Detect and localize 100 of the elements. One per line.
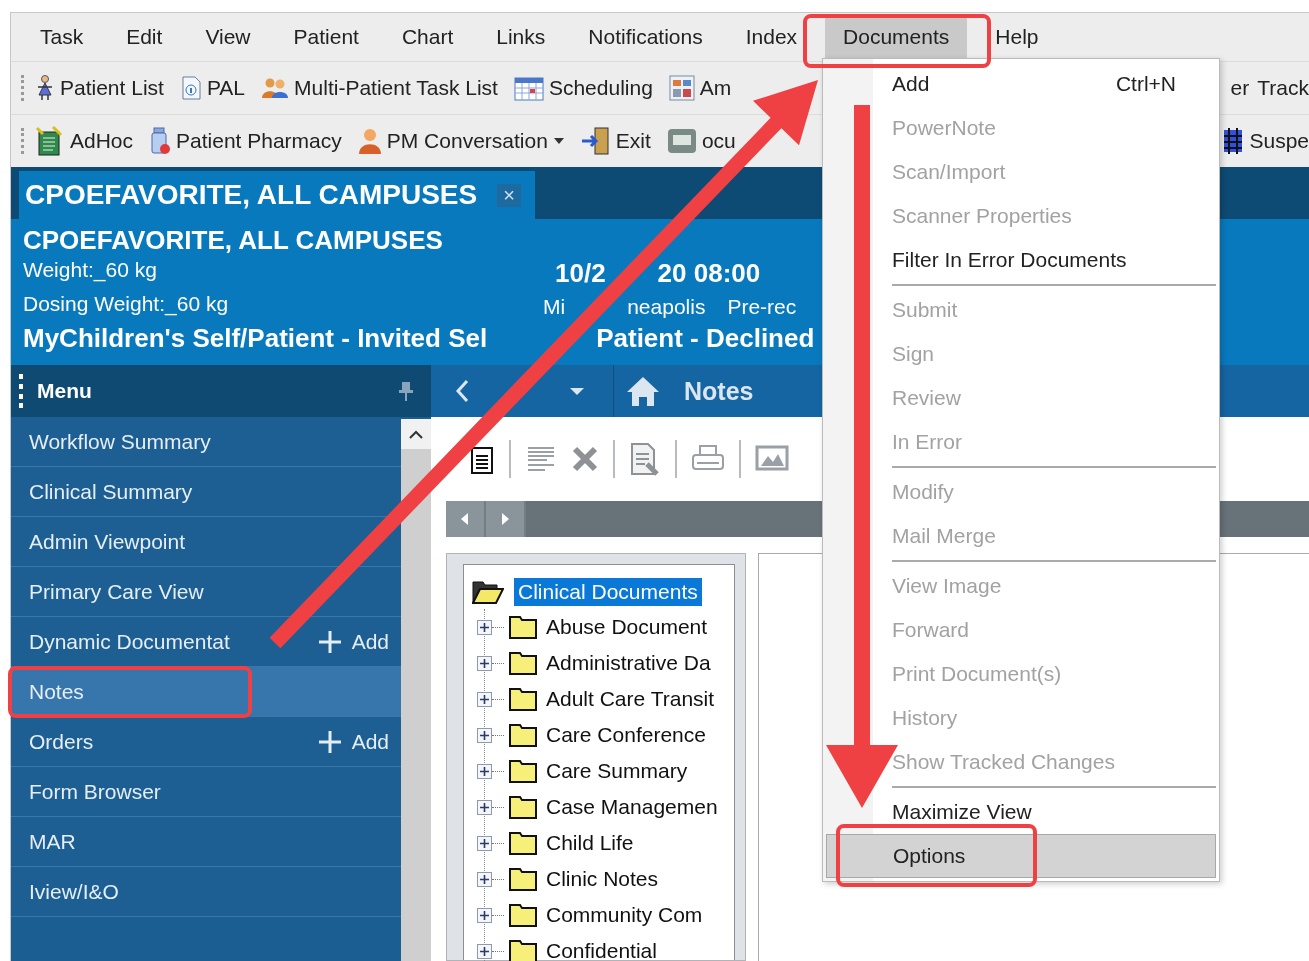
- menu-bar-item[interactable]: Documents: [825, 16, 968, 58]
- document-icon[interactable]: [469, 444, 495, 474]
- tree-item[interactable]: Care Conference: [542, 721, 710, 749]
- folder-icon: [508, 722, 538, 748]
- menu-bar-item[interactable]: Notifications: [573, 16, 718, 58]
- folder-icon: [508, 902, 538, 928]
- toolbar-button[interactable]: Multi-Patient Task List: [261, 76, 498, 100]
- plus-icon: [317, 629, 342, 654]
- toolbar-button[interactable]: er: [1230, 76, 1250, 100]
- tree-item[interactable]: Confidential: [542, 937, 661, 961]
- tree-item[interactable]: Clinical Documents: [514, 578, 702, 606]
- location-text: neapolis: [627, 295, 706, 319]
- printer-icon: [666, 127, 697, 155]
- caret-icon[interactable]: [569, 386, 585, 396]
- toolbar-button[interactable]: Exit: [580, 127, 651, 155]
- pin-icon[interactable]: [399, 381, 413, 401]
- add-button[interactable]: Add: [317, 729, 389, 754]
- expand-icon[interactable]: [477, 943, 492, 959]
- menu-option[interactable]: Maximize View: [826, 790, 1216, 834]
- expand-icon[interactable]: [477, 907, 492, 923]
- menu-option[interactable]: Options: [826, 834, 1216, 878]
- expand-icon[interactable]: [477, 655, 492, 671]
- menu-bar-item[interactable]: Help: [980, 16, 1054, 58]
- expand-icon[interactable]: [477, 835, 492, 851]
- menu-item[interactable]: Notes: [11, 667, 401, 717]
- tree-item[interactable]: Adult Care Transit: [542, 685, 719, 713]
- toolbar-button[interactable]: Patient Pharmacy: [149, 127, 342, 155]
- folder-icon: [508, 794, 538, 820]
- patient-tab[interactable]: CPOEFAVORITE, ALL CAMPUSES ×: [19, 171, 535, 219]
- tree-item[interactable]: Community Com: [542, 901, 707, 929]
- menu-option[interactable]: Filter In Error Documents: [826, 238, 1216, 282]
- exit-icon: [580, 127, 611, 155]
- menu-bar-item[interactable]: Links: [481, 16, 561, 58]
- plus-icon: [317, 729, 342, 754]
- caret-icon: [552, 137, 565, 145]
- folder-icon: [508, 686, 538, 712]
- menu-bar-item[interactable]: Patient: [278, 16, 374, 58]
- toolbar-button[interactable]: PM Conversation: [357, 128, 565, 154]
- toolbar-button[interactable]: Track: [1257, 76, 1309, 100]
- folder-icon: [508, 830, 538, 856]
- view-title: Notes: [684, 376, 754, 406]
- menu-option[interactable]: Add Ctrl+N: [826, 62, 1216, 106]
- toolbar-button[interactable]: Am: [668, 75, 732, 101]
- grid-icon: [1222, 128, 1245, 154]
- medicine-bottle-icon: [149, 127, 172, 155]
- tree-item[interactable]: Abuse Document: [542, 613, 712, 641]
- people-icon: [261, 77, 290, 99]
- person-icon: [357, 128, 382, 154]
- dashboard-icon: [668, 75, 695, 101]
- close-button[interactable]: ×: [497, 183, 521, 207]
- tree-item[interactable]: Administrative Da: [542, 649, 715, 677]
- patient-name: CPOEFAVORITE, ALL CAMPUSES: [23, 225, 444, 256]
- home-icon[interactable]: [626, 375, 660, 407]
- status-text: Pre-rec: [727, 295, 797, 319]
- tree-item[interactable]: Case Managemen: [542, 793, 722, 821]
- folder-icon: [508, 614, 538, 640]
- tree-item[interactable]: Child Life: [542, 829, 638, 857]
- folder-icon: [508, 758, 538, 784]
- scroll-up-button[interactable]: [401, 419, 431, 449]
- date-text: 10/2: [555, 258, 606, 289]
- portal-status: Patient - Declined: [596, 323, 815, 354]
- folder-icon: [508, 866, 538, 892]
- person-icon: [35, 75, 55, 101]
- toolbar-button[interactable]: Patient List: [35, 75, 164, 101]
- add-button[interactable]: Add: [317, 629, 389, 654]
- expand-icon[interactable]: [477, 799, 492, 815]
- portal-status: MyChildren's Self/Patient - Invited Sel: [23, 323, 488, 354]
- scrollbar[interactable]: [401, 419, 431, 961]
- weight-text: Weight:_60 kg: [23, 258, 158, 282]
- left-triangle-icon: [461, 513, 469, 525]
- expand-icon[interactable]: [477, 691, 492, 707]
- document-edit-icon[interactable]: [629, 442, 661, 476]
- expand-icon[interactable]: [477, 763, 492, 779]
- scroll-right-button[interactable]: [486, 501, 526, 537]
- expand-icon[interactable]: [477, 619, 492, 635]
- calendar-icon: [513, 75, 544, 101]
- tree-item[interactable]: Clinic Notes: [542, 865, 663, 893]
- tree-item[interactable]: Care Summary: [542, 757, 692, 785]
- back-icon[interactable]: [455, 379, 469, 403]
- menu-bar-item[interactable]: View: [190, 16, 266, 58]
- toolbar-button[interactable]: Suspe: [1222, 128, 1309, 154]
- right-triangle-icon: [501, 513, 509, 525]
- toolbar-button[interactable]: ocu: [666, 127, 736, 155]
- expand-icon[interactable]: [477, 727, 492, 743]
- menu-bar-item[interactable]: Chart: [386, 16, 469, 58]
- menu-bar-item[interactable]: Edit: [111, 16, 178, 58]
- notepad-icon: [35, 126, 65, 156]
- grip-icon: [19, 374, 23, 408]
- chevron-up-icon: [409, 429, 423, 439]
- toolbar-button[interactable]: AdHoc: [35, 126, 134, 156]
- date-text: 20 08:00: [657, 258, 761, 289]
- scroll-left-button[interactable]: [446, 501, 486, 537]
- shortcut-text: Ctrl+N: [1115, 72, 1176, 96]
- toolbar-button[interactable]: PAL: [179, 76, 246, 100]
- menu-bar-item[interactable]: Index: [730, 16, 813, 58]
- menu-bar-item[interactable]: Task: [25, 16, 99, 58]
- expand-icon[interactable]: [477, 871, 492, 887]
- delete-icon[interactable]: [571, 445, 599, 473]
- toolbar-button[interactable]: Scheduling: [513, 75, 653, 101]
- image-icon[interactable]: [755, 444, 789, 474]
